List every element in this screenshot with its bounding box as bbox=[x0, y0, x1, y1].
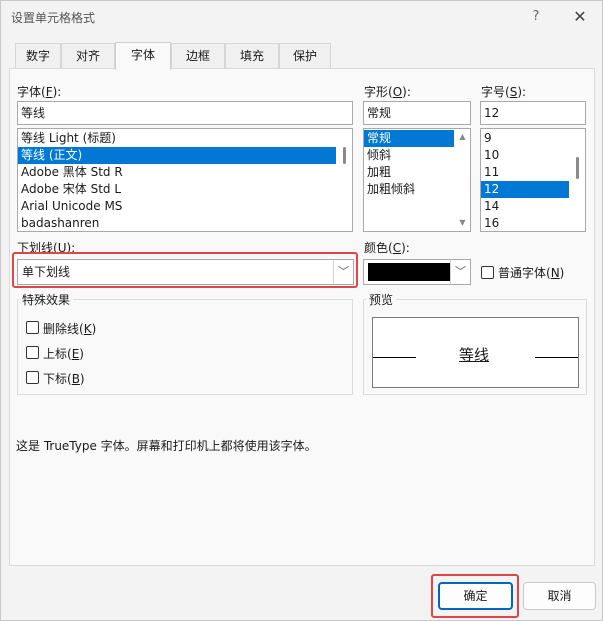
underline-value: 单下划线 bbox=[22, 265, 71, 279]
subscript-label: 下标(B) bbox=[43, 372, 85, 386]
normal-font-label: 普通字体(N) bbox=[498, 266, 565, 280]
list-item[interactable]: badashanren bbox=[18, 215, 336, 231]
ok-button[interactable]: 确定 bbox=[438, 582, 513, 610]
scrollbar-thumb[interactable] bbox=[576, 157, 579, 179]
list-item[interactable]: 常规 bbox=[364, 130, 454, 147]
list-item[interactable]: 12 bbox=[481, 181, 569, 198]
list-item[interactable]: 等线 Light (标题) bbox=[18, 130, 336, 147]
preview-title: 预览 bbox=[366, 291, 397, 308]
list-item[interactable]: 14 bbox=[481, 198, 569, 215]
color-swatch bbox=[368, 263, 450, 281]
font-style-scrollbar[interactable]: ▲ ▼ bbox=[455, 129, 470, 231]
list-item[interactable]: Adobe 宋体 Std L bbox=[18, 181, 336, 198]
color-label: 颜色(C): bbox=[364, 241, 410, 255]
font-list-scrollbar[interactable] bbox=[337, 129, 352, 231]
scroll-up-icon[interactable]: ▲ bbox=[455, 130, 470, 144]
effects-title: 特殊效果 bbox=[19, 291, 74, 308]
format-cells-dialog: 设置单元格格式 ? ✕ 数字 对齐 字体 边框 填充 保护 字体(F): 等线 … bbox=[0, 0, 603, 621]
font-size-list[interactable]: 9 10 11 12 14 16 bbox=[480, 128, 586, 232]
font-style-label: 字形(O): bbox=[364, 85, 411, 99]
preview-box: 等线 bbox=[372, 317, 579, 388]
list-item[interactable]: Adobe 黑体 Std R bbox=[18, 164, 336, 181]
tab-fill[interactable]: 填充 bbox=[225, 43, 279, 69]
title-bar: 设置单元格格式 ? ✕ bbox=[1, 1, 602, 33]
help-icon[interactable]: ? bbox=[525, 6, 547, 28]
normal-font-checkbox[interactable] bbox=[481, 266, 494, 279]
strikethrough-label: 删除线(K) bbox=[43, 322, 97, 336]
font-style-input[interactable]: 常规 bbox=[363, 101, 471, 125]
underline-select[interactable]: 单下划线 ﹀ bbox=[17, 259, 354, 285]
subscript-checkbox[interactable] bbox=[26, 371, 39, 384]
superscript-checkbox[interactable] bbox=[26, 346, 39, 359]
color-select[interactable]: ﹀ bbox=[363, 259, 471, 285]
tab-alignment[interactable]: 对齐 bbox=[61, 43, 115, 69]
preview-baseline bbox=[535, 357, 578, 358]
font-size-scrollbar[interactable] bbox=[570, 129, 585, 231]
cancel-button[interactable]: 取消 bbox=[523, 582, 596, 610]
list-item[interactable]: 11 bbox=[481, 164, 569, 181]
list-item[interactable]: 等线 (正文) bbox=[18, 147, 336, 164]
font-name-input[interactable]: 等线 bbox=[17, 101, 353, 125]
strikethrough-checkbox[interactable] bbox=[26, 321, 39, 334]
list-item[interactable]: 倾斜 bbox=[364, 147, 454, 164]
list-item[interactable]: 16 bbox=[481, 215, 569, 231]
list-item[interactable]: 加粗 bbox=[364, 164, 454, 181]
chevron-down-icon[interactable]: ﹀ bbox=[450, 260, 470, 284]
close-icon[interactable]: ✕ bbox=[568, 6, 592, 28]
font-style-list[interactable]: 常规 倾斜 加粗 加粗倾斜 ▲ ▼ bbox=[363, 128, 471, 232]
font-info-text: 这是 TrueType 字体。屏幕和打印机上都将使用该字体。 bbox=[16, 439, 317, 453]
scroll-down-icon[interactable]: ▼ bbox=[455, 216, 470, 230]
preview-baseline bbox=[373, 357, 416, 358]
scrollbar-thumb[interactable] bbox=[343, 147, 346, 164]
list-item[interactable]: 9 bbox=[481, 130, 569, 147]
font-size-label: 字号(S): bbox=[481, 85, 527, 99]
dialog-title: 设置单元格格式 bbox=[11, 11, 96, 25]
list-item[interactable]: Arial Unicode MS bbox=[18, 198, 336, 215]
tab-number[interactable]: 数字 bbox=[15, 43, 61, 69]
font-size-input[interactable]: 12 bbox=[480, 101, 586, 125]
preview-text: 等线 bbox=[459, 346, 490, 364]
font-list[interactable]: 等线 Light (标题) 等线 (正文) Adobe 黑体 Std R Ado… bbox=[17, 128, 353, 232]
tab-font[interactable]: 字体 bbox=[115, 42, 171, 70]
superscript-label: 上标(E) bbox=[43, 347, 84, 361]
chevron-down-icon[interactable]: ﹀ bbox=[333, 260, 353, 284]
font-label: 字体(F): bbox=[17, 85, 62, 99]
list-item[interactable]: 加粗倾斜 bbox=[364, 181, 454, 198]
list-item[interactable]: 10 bbox=[481, 147, 569, 164]
tab-border[interactable]: 边框 bbox=[171, 43, 225, 69]
tab-protection[interactable]: 保护 bbox=[279, 43, 331, 69]
